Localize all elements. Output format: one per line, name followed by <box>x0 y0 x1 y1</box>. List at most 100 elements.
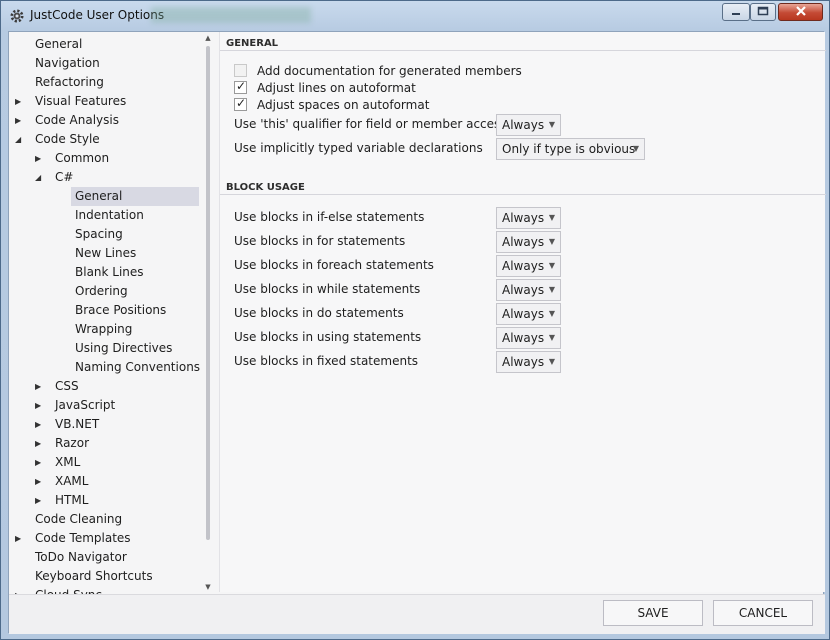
expand-arrow-icon[interactable]: ▶ <box>35 491 45 510</box>
tree-item[interactable]: ToDo Navigator <box>9 548 201 567</box>
tree-item[interactable]: General <box>71 187 199 206</box>
option-dropdown[interactable]: Always ▼ <box>496 207 561 229</box>
tree-item[interactable]: Refactoring <box>9 73 201 92</box>
tree-item-label: Ordering <box>75 284 128 298</box>
cancel-button[interactable]: CANCEL <box>713 600 813 626</box>
option-row: Use implicitly typed variable declaratio… <box>234 138 794 160</box>
option-label: Use blocks in if-else statements <box>234 210 425 224</box>
chevron-down-icon: ▼ <box>548 261 555 270</box>
tree-item[interactable]: ▶ Cloud Sync <box>9 586 201 594</box>
expand-arrow-icon[interactable]: ▶ <box>35 434 45 453</box>
maximize-button[interactable] <box>750 3 776 21</box>
expand-arrow-icon[interactable]: ▶ <box>15 111 25 130</box>
option-label: Use blocks in using statements <box>234 330 422 344</box>
expand-arrow-icon[interactable]: ▶ <box>15 529 25 548</box>
expand-arrow-icon[interactable]: ▶ <box>15 586 25 594</box>
tree-item[interactable]: Blank Lines <box>9 263 201 282</box>
tree-item-label: Wrapping <box>75 322 133 336</box>
tree-item[interactable]: ▶ XML <box>9 453 201 472</box>
tree-item-label: Using Directives <box>75 341 173 355</box>
checkbox[interactable]: ✓ <box>234 96 247 111</box>
tree-item-label: General <box>75 189 123 203</box>
option-row: Use 'this' qualifier for field or member… <box>234 114 794 136</box>
tree-item[interactable]: ▶ Code Analysis <box>9 111 201 130</box>
tree-item-label: Visual Features <box>35 94 127 108</box>
title-glow <box>151 7 311 23</box>
checkbox-row[interactable]: Add documentation for generated members <box>234 62 522 79</box>
checkbox[interactable]: ✓ <box>234 79 247 94</box>
tree-item[interactable]: Keyboard Shortcuts <box>9 567 201 586</box>
expand-arrow-icon[interactable]: ▶ <box>15 92 25 111</box>
title-bar[interactable]: JustCode User Options <box>1 1 829 31</box>
tree-item[interactable]: Spacing <box>9 225 201 244</box>
options-window: JustCode User Options General Navigation R… <box>0 0 830 640</box>
tree-item[interactable]: ▶ CSS <box>9 377 201 396</box>
window-title: JustCode User Options <box>30 8 165 22</box>
tree-item[interactable]: ▶ VB.NET <box>9 415 201 434</box>
option-dropdown[interactable]: Only if type is obvious ▼ <box>496 138 645 160</box>
tree-item[interactable]: ◢ C# <box>9 168 201 187</box>
scroll-down-icon[interactable]: ▼ <box>203 582 213 592</box>
tree-item[interactable]: Wrapping <box>9 320 201 339</box>
save-button[interactable]: SAVE <box>603 600 703 626</box>
chevron-down-icon: ▼ <box>548 213 555 222</box>
option-dropdown[interactable]: Always ▼ <box>496 255 561 277</box>
option-row: Use blocks in for statements Always ▼ <box>234 231 794 253</box>
tree-item[interactable]: Using Directives <box>9 339 201 358</box>
option-dropdown[interactable]: Always ▼ <box>496 303 561 325</box>
block-usage-section-header: BLOCK USAGE <box>226 182 305 193</box>
tree-item[interactable]: General <box>9 35 201 54</box>
tree-item[interactable]: Brace Positions <box>9 301 201 320</box>
tree-item[interactable]: Naming Conventions <box>9 358 201 377</box>
checkbox-label: Adjust lines on autoformat <box>257 80 416 95</box>
expand-arrow-icon[interactable]: ▶ <box>35 453 45 472</box>
chevron-down-icon: ▼ <box>548 285 555 294</box>
expand-arrow-icon[interactable]: ▶ <box>35 396 45 415</box>
option-label: Use blocks in for statements <box>234 234 406 248</box>
tree-item-label: Brace Positions <box>75 303 167 317</box>
tree-scrollbar[interactable]: ▲ ▼ <box>203 32 213 594</box>
tree-item-label: C# <box>55 170 74 184</box>
tree-item[interactable]: Code Cleaning <box>9 510 201 529</box>
tree-item[interactable]: ▶ Razor <box>9 434 201 453</box>
option-label: Use blocks in foreach statements <box>234 258 434 272</box>
option-dropdown[interactable]: Always ▼ <box>496 327 561 349</box>
check-icon: ✓ <box>236 96 247 110</box>
option-dropdown[interactable]: Always ▼ <box>496 279 561 301</box>
close-button[interactable] <box>778 3 823 21</box>
tree-item-label: ToDo Navigator <box>35 550 127 564</box>
chevron-down-icon: ▼ <box>548 357 555 366</box>
tree-item[interactable]: ▶ Code Templates <box>9 529 201 548</box>
tree-item[interactable]: ◢ Code Style <box>9 130 201 149</box>
option-dropdown[interactable]: Always ▼ <box>496 231 561 253</box>
tree-item[interactable]: ▶ JavaScript <box>9 396 201 415</box>
dropdown-value: Always <box>502 331 545 345</box>
tree-item[interactable]: ▶ XAML <box>9 472 201 491</box>
dropdown-value: Always <box>502 211 545 225</box>
checkbox-row[interactable]: ✓ Adjust spaces on autoformat <box>234 96 429 113</box>
scroll-up-icon[interactable]: ▲ <box>203 33 213 43</box>
tree-item[interactable]: ▶ Visual Features <box>9 92 201 111</box>
tree-item[interactable]: ▶ HTML <box>9 491 201 510</box>
collapse-arrow-icon[interactable]: ◢ <box>35 168 45 187</box>
expand-arrow-icon[interactable]: ▶ <box>35 472 45 491</box>
option-dropdown[interactable]: Always ▼ <box>496 114 561 136</box>
minimize-button[interactable] <box>722 3 750 21</box>
option-dropdown[interactable]: Always ▼ <box>496 351 561 373</box>
option-row: Use blocks in foreach statements Always ▼ <box>234 255 794 277</box>
scroll-thumb[interactable] <box>206 46 210 540</box>
expand-arrow-icon[interactable]: ▶ <box>35 149 45 168</box>
dialog-footer: SAVE CANCEL <box>9 594 825 634</box>
tree-item[interactable]: Navigation <box>9 54 201 73</box>
collapse-arrow-icon[interactable]: ◢ <box>15 130 25 149</box>
checkbox-row[interactable]: ✓ Adjust lines on autoformat <box>234 79 416 96</box>
options-tree[interactable]: General Navigation Refactoring ▶ Visual Feat… <box>9 32 209 594</box>
expand-arrow-icon[interactable]: ▶ <box>35 377 45 396</box>
tree-item[interactable]: Ordering <box>9 282 201 301</box>
tree-item[interactable]: New Lines <box>9 244 201 263</box>
option-label: Use blocks in do statements <box>234 306 404 320</box>
dropdown-value: Always <box>502 307 545 321</box>
tree-item[interactable]: Indentation <box>9 206 201 225</box>
tree-item[interactable]: ▶ Common <box>9 149 201 168</box>
expand-arrow-icon[interactable]: ▶ <box>35 415 45 434</box>
